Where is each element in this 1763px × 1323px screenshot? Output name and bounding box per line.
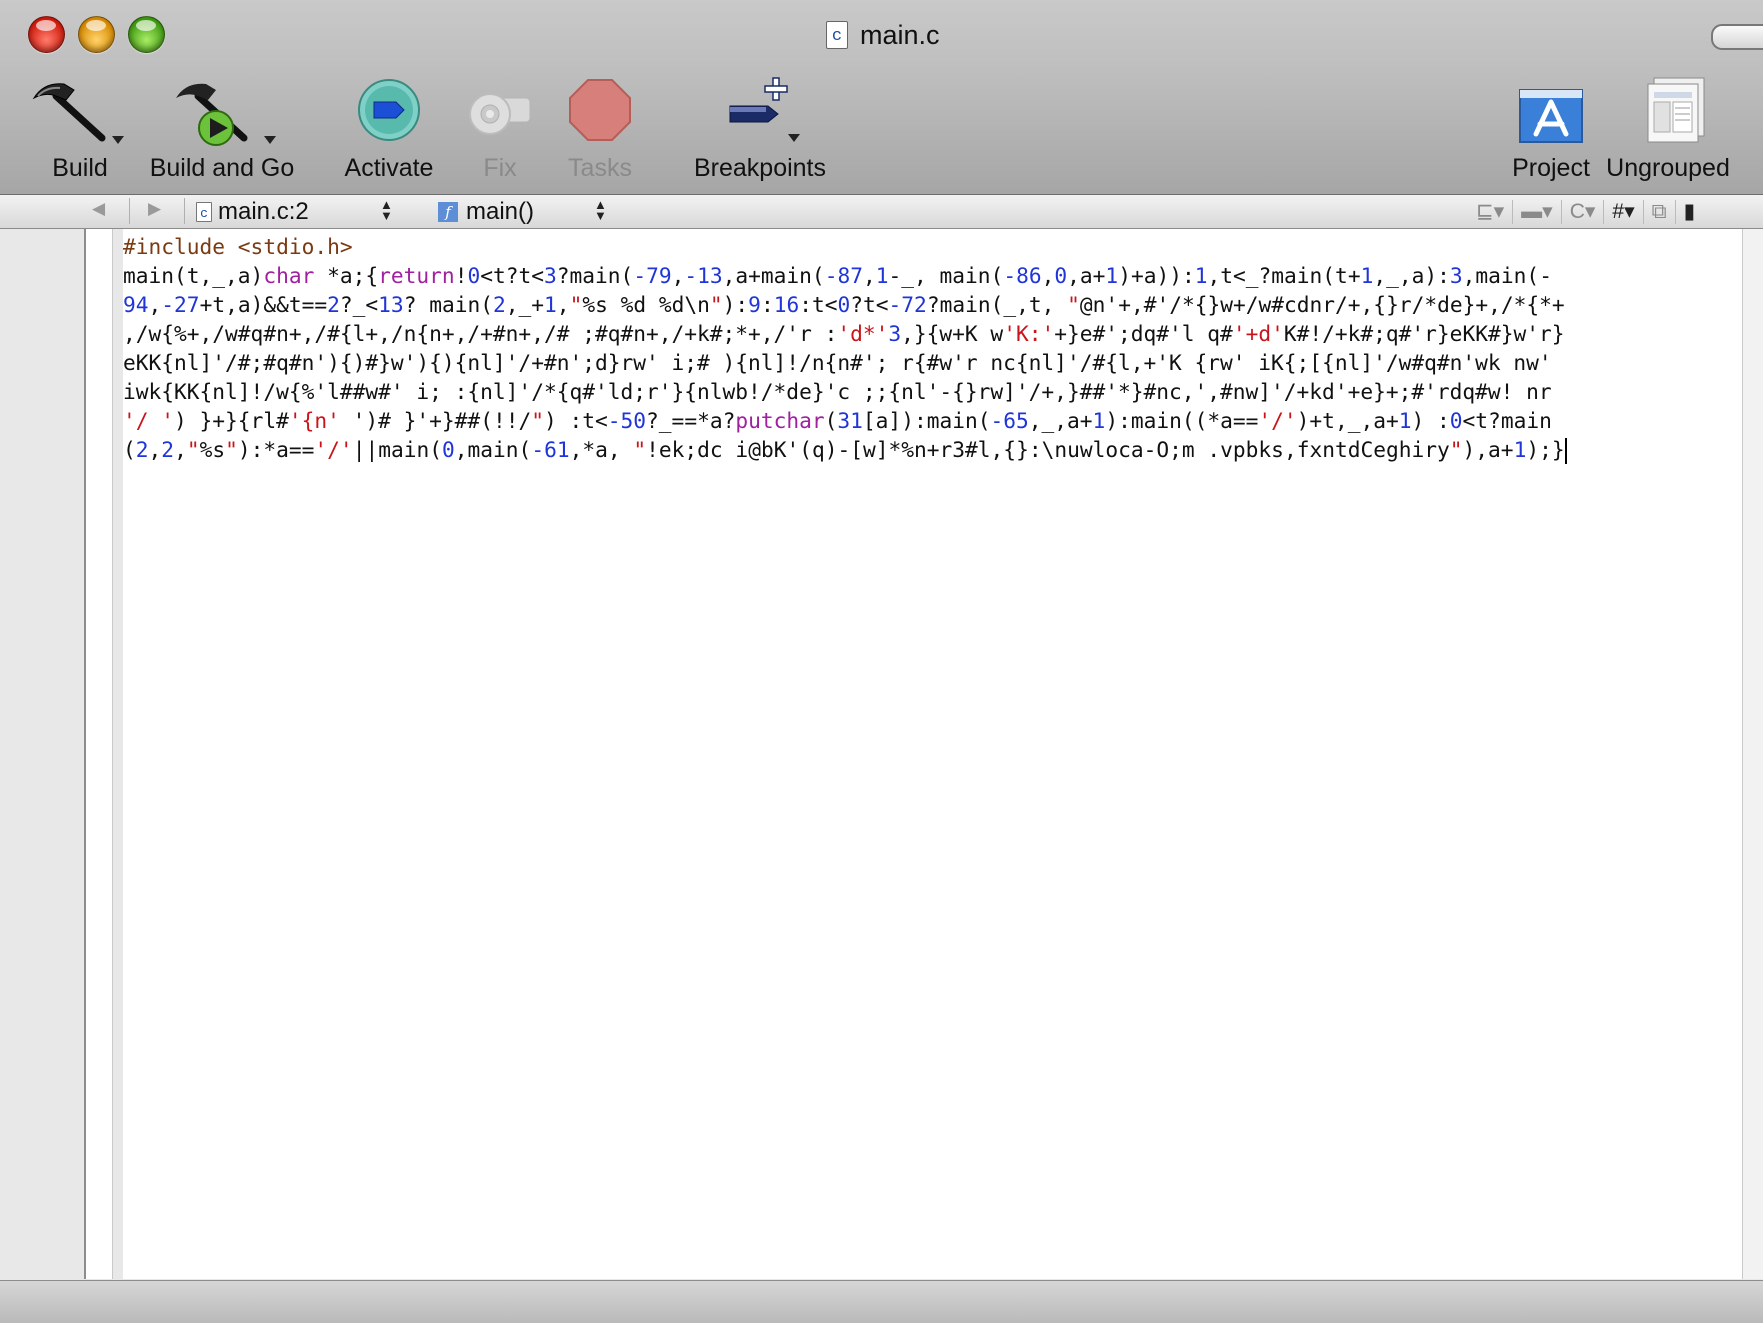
included-files-popup-icon[interactable]: #▾	[1603, 199, 1642, 224]
file-history-popup[interactable]: c main.c:2	[196, 195, 309, 228]
build-and-go-label: Build and Go	[149, 154, 295, 182]
file-popup-chevron-icon: ▲ ▼	[380, 197, 393, 223]
breakpoints-button[interactable]: Breakpoints	[694, 76, 826, 182]
build-and-go-menu-arrow[interactable]	[264, 136, 276, 144]
forward-arrow-icon[interactable]: ▶	[148, 199, 161, 219]
build-and-go-icon	[172, 76, 276, 156]
counterpart-icon[interactable]: ⧉	[1642, 199, 1675, 224]
tasks-label: Tasks	[568, 154, 632, 182]
project-icon	[1516, 76, 1586, 156]
build-and-go-button[interactable]: Build and Go	[150, 76, 294, 182]
vertical-scrollbar[interactable]	[1742, 229, 1763, 1279]
function-label: main()	[466, 197, 535, 225]
ungrouped-icon	[1618, 76, 1718, 156]
tasks-button[interactable]: Tasks	[566, 76, 634, 182]
c-source-file-icon: c	[826, 21, 848, 49]
close-window-button[interactable]	[28, 16, 65, 53]
bookmarks-popup-icon[interactable]: ⊑▾	[1468, 200, 1512, 224]
function-popup-chevron-icon: ▲ ▼	[594, 197, 607, 223]
code-folding-ribbon[interactable]	[86, 229, 113, 1279]
build-menu-arrow[interactable]	[112, 136, 124, 144]
function-icon: f	[438, 201, 458, 222]
code-line[interactable]: eKK{nl]'/#;#q#n'){)#}w'){){nl]'/+#n';d}r…	[123, 348, 1743, 377]
build-label: Build	[52, 154, 108, 182]
zoom-window-button[interactable]	[128, 16, 165, 53]
code-line[interactable]: iwk{KK{nl]!/w{%'l##w#' i; :{nl]'/*{q#'ld…	[123, 377, 1743, 406]
status-bar	[0, 1280, 1763, 1323]
code-line[interactable]: ,/w{%+,/w#q#n+,/#{l+,/n{n+,/+#n+,/# ;#q#…	[123, 319, 1743, 348]
text-cursor	[1564, 438, 1567, 464]
toolbar-toggle-button[interactable]	[1711, 24, 1763, 50]
line-gutter[interactable]	[0, 229, 86, 1279]
activate-icon	[356, 76, 422, 156]
activate-label: Activate	[344, 154, 434, 182]
code-line[interactable]: '/ ') }+}{rl#'{n' ')# }'+}##(!!/") :t<-5…	[123, 406, 1743, 435]
stop-icon	[566, 76, 634, 156]
code-line[interactable]: #include <stdio.h>	[123, 232, 1743, 261]
code-line[interactable]: 94,-27+t,a)&&t==2?_<13? main(2,_+1,"%s %…	[123, 290, 1743, 319]
breakpoints-popup-icon[interactable]: ▬▾	[1512, 199, 1561, 224]
c-file-small-icon: c	[196, 201, 212, 222]
class-hierarchy-popup-icon[interactable]: C▾	[1560, 199, 1604, 224]
code-line[interactable]: (2,2,"%s"):*a=='/'||main(0,main(-61,*a, …	[123, 435, 1743, 464]
editor-navigation-bar: ◀ ▶ c main.c:2 ▲ ▼ f main() ▲ ▼ ⊑▾ ▬▾ C▾ #…	[0, 195, 1763, 229]
navbar-right-buttons: ⊑▾ ▬▾ C▾ #▾ ⧉ ▮	[1468, 198, 1703, 225]
source-text-area[interactable]: #include <stdio.h> main(t,_,a)char *a;{re…	[123, 229, 1743, 1279]
fix-label: Fix	[483, 154, 517, 182]
build-button[interactable]: Build	[30, 76, 130, 182]
title-and-toolbar: c main.c Build Build and Go Activate Fix…	[0, 0, 1763, 195]
ungrouped-label: Ungrouped	[1606, 154, 1730, 182]
code-line[interactable]: main(t,_,a)char *a;{return!0<t?t<3?main(…	[123, 261, 1743, 290]
function-popup[interactable]: f main()	[438, 195, 534, 228]
fix-icon	[466, 76, 534, 156]
back-arrow-icon[interactable]: ◀	[92, 199, 105, 219]
window-title: c main.c	[826, 18, 940, 52]
hammer-icon	[30, 76, 130, 156]
project-label: Project	[1512, 154, 1590, 182]
xcode-editor-window: c main.c Build Build and Go Activate Fix…	[0, 0, 1763, 1323]
activate-button[interactable]: Activate	[345, 76, 433, 182]
breakpoints-icon	[710, 76, 810, 156]
file-position-label: main.c:2	[218, 197, 309, 225]
breakpoints-label: Breakpoints	[693, 154, 827, 182]
split-editor-icon[interactable]: ▮	[1674, 199, 1704, 224]
minimize-window-button[interactable]	[78, 16, 115, 53]
project-button[interactable]: Project	[1512, 76, 1590, 182]
window-title-text: main.c	[860, 19, 940, 50]
fix-button[interactable]: Fix	[466, 76, 534, 182]
ungrouped-button[interactable]: Ungrouped	[1606, 76, 1730, 182]
code-editor: #include <stdio.h> main(t,_,a)char *a;{re…	[0, 229, 1763, 1279]
breakpoints-menu-arrow[interactable]	[788, 134, 800, 142]
